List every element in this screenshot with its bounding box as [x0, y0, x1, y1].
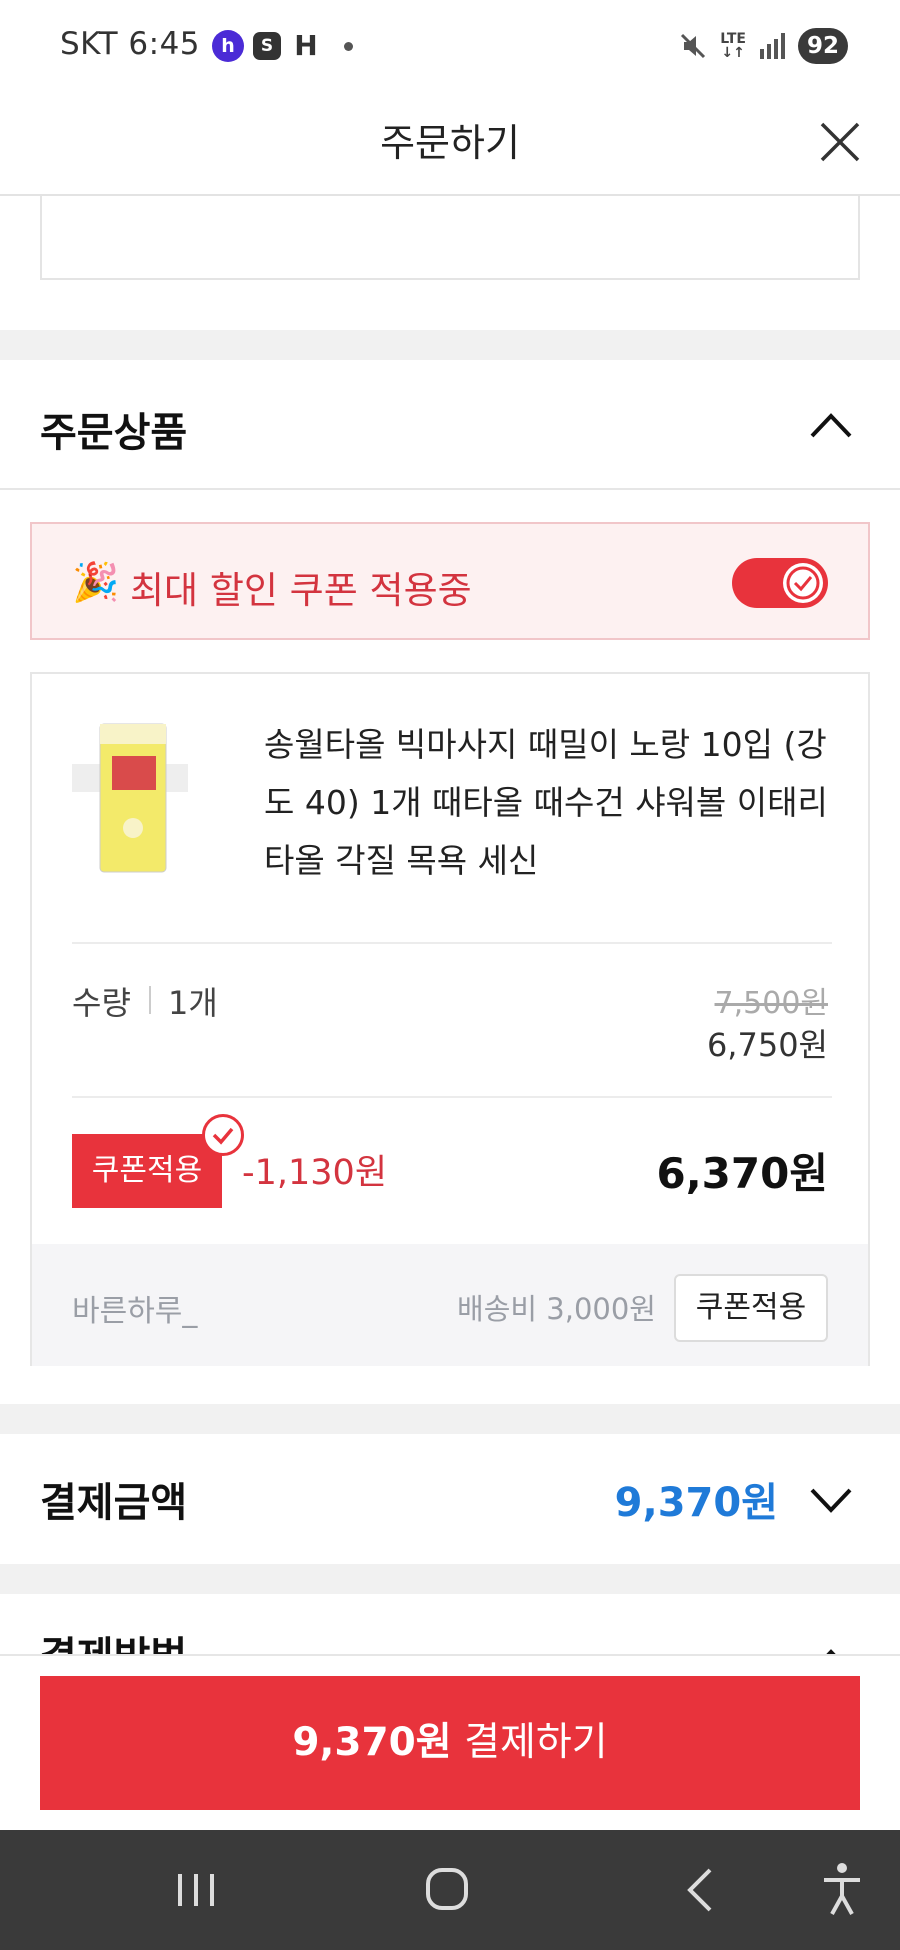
signal-icon	[759, 33, 785, 59]
payment-method-header[interactable]: 결제방법	[0, 1594, 900, 1654]
quantity-separator	[149, 986, 151, 1014]
discount-amount: -1,130원	[242, 1153, 388, 1193]
section-divider	[0, 1404, 900, 1434]
section-divider	[0, 1564, 900, 1594]
section-divider	[0, 330, 900, 360]
quantity-value: 1개	[168, 984, 218, 1022]
battery-icon: 92	[797, 28, 848, 64]
coupon-applied-tag[interactable]: 쿠폰적용	[72, 1134, 222, 1208]
apply-coupon-button[interactable]: 쿠폰적용	[674, 1274, 828, 1342]
quantity-label: 수량	[72, 984, 131, 1022]
sale-price: 6,750원	[706, 1026, 828, 1064]
coupon-banner: 🎉 최대 할인 쿠폰 적용중	[30, 522, 870, 640]
accessibility-icon[interactable]	[780, 1830, 900, 1950]
system-navigation-bar	[0, 1830, 900, 1950]
home-icon[interactable]	[386, 1830, 506, 1950]
mute-icon	[681, 33, 706, 59]
more-notifications-dot-icon	[344, 42, 353, 51]
section-title: 결제방법	[40, 1624, 187, 1654]
recent-apps-icon[interactable]	[136, 1830, 256, 1950]
pay-button-label: 결제하기	[464, 1720, 608, 1765]
chevron-down-icon[interactable]	[808, 1486, 854, 1516]
header: 주문하기	[0, 92, 900, 196]
section-title: 결제금액	[40, 1480, 188, 1526]
back-icon[interactable]	[640, 1830, 760, 1950]
payment-amount-header[interactable]: 결제금액 9,370원	[0, 1434, 900, 1564]
lte-icon: LTE ↓↑	[720, 31, 746, 61]
check-icon	[786, 566, 820, 600]
pay-button-amount: 9,370원	[292, 1720, 452, 1765]
status-time: SKT 6:45	[60, 26, 201, 62]
shipping-fee: 배송비 3,000원	[457, 1292, 656, 1326]
app-notification-icon: S	[253, 32, 281, 60]
app-notification-icon: h	[212, 30, 244, 62]
chevron-up-icon[interactable]	[808, 1646, 854, 1654]
pay-button[interactable]: 9,370원 결제하기	[40, 1676, 860, 1810]
close-icon[interactable]	[810, 112, 870, 172]
app-notification-icon: H	[294, 29, 318, 62]
payment-total: 9,370원	[614, 1480, 778, 1526]
toggle-knob	[783, 563, 823, 603]
seller-name[interactable]: 바른하루_	[72, 1286, 197, 1330]
status-bar: SKT 6:45 h S H LTE ↓↑ 92	[0, 0, 900, 92]
order-items-header[interactable]: 주문상품	[0, 360, 900, 490]
page-title: 주문하기	[380, 121, 520, 165]
final-price: 6,370원	[656, 1149, 829, 1198]
section-title: 주문상품	[40, 410, 188, 456]
product-card: 송월타올 빅마사지 때밀이 노랑 10입 (강도 40) 1개 때타올 때수건 …	[30, 672, 870, 1366]
original-price: 7,500원	[714, 986, 828, 1021]
divider	[72, 942, 832, 944]
product-name[interactable]: 송월타올 빅마사지 때밀이 노랑 10입 (강도 40) 1개 때타올 때수건 …	[264, 716, 834, 890]
coupon-banner-text: 최대 할인 쿠폰 적용중	[130, 569, 472, 612]
product-image[interactable]	[72, 718, 188, 884]
divider	[72, 1096, 832, 1098]
address-box	[40, 196, 860, 280]
party-popper-icon: 🎉	[72, 560, 120, 604]
check-icon	[202, 1114, 244, 1156]
seller-bar: 바른하루_ 배송비 3,000원 쿠폰적용	[32, 1244, 868, 1366]
max-coupon-toggle[interactable]	[732, 558, 828, 608]
chevron-up-icon[interactable]	[808, 410, 854, 440]
bottom-bar: 9,370원 결제하기	[0, 1654, 900, 1830]
